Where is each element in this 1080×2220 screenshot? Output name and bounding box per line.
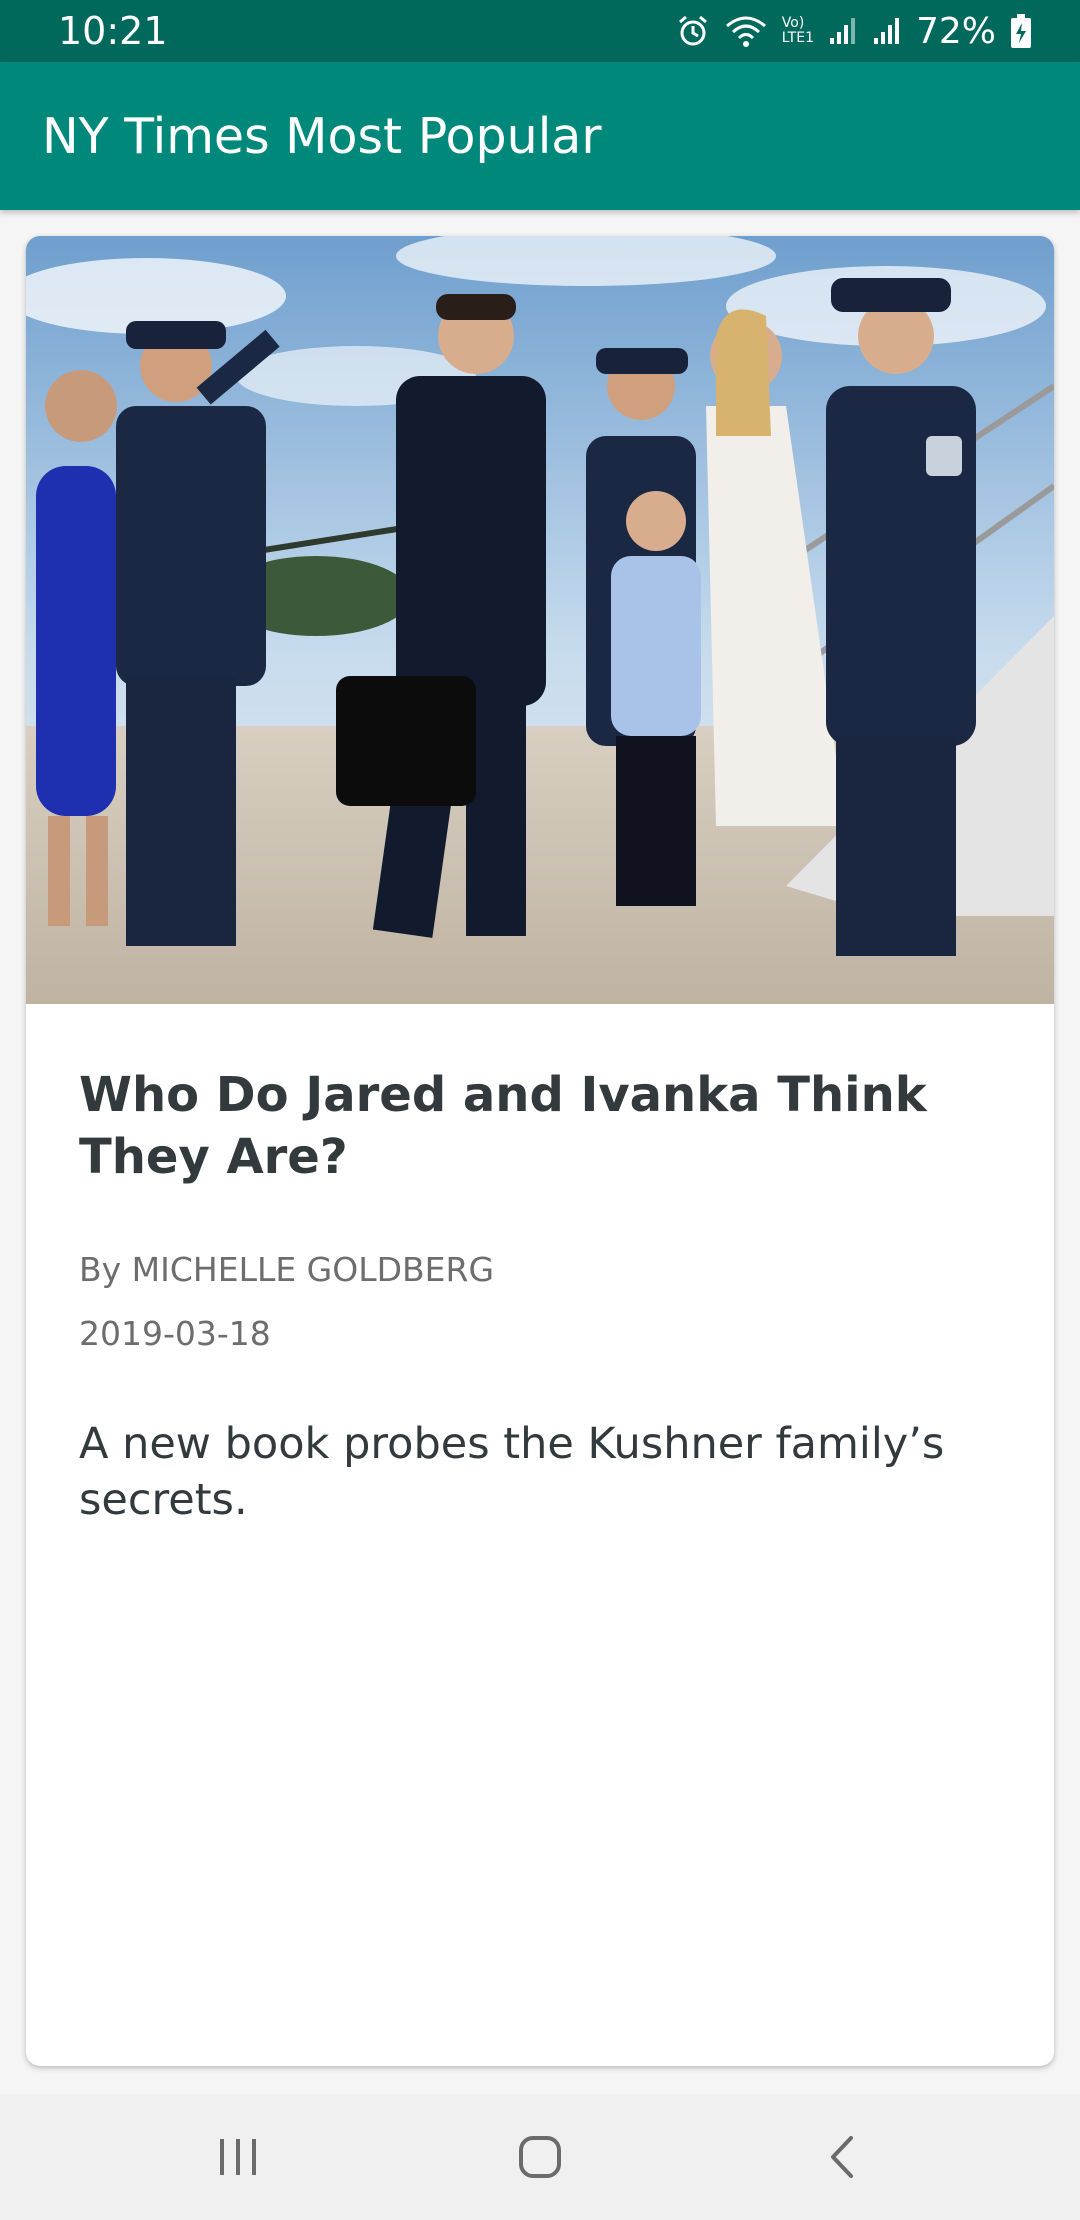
recent-apps-icon [220,2139,256,2175]
lte-label: LTE1 [781,30,814,46]
article-byline: By MICHELLE GOLDBERG [79,1250,495,1289]
volte-label: Vo) [781,15,805,31]
status-bar: 10:21 Vo) LTE1 72% [0,0,1080,62]
article-abstract: A new book probes the Kushner family’s s… [79,1419,945,1525]
signal-icon [828,16,858,46]
article-title: Who Do Jared and Ivanka Think They Are? [79,1067,927,1185]
article-date: 2019-03-18 [79,1314,271,1353]
wifi-icon [724,14,768,48]
battery-percent: 72% [915,10,996,52]
home-button[interactable] [460,2094,620,2220]
home-icon [519,2136,561,2178]
signal-icon [872,16,902,46]
back-icon [831,2136,853,2178]
status-icons: Vo) LTE1 72% [676,11,1032,52]
navigation-bar [0,2094,1080,2220]
screen: 10:21 Vo) LTE1 72% NY Times Most Popular… [0,0,1080,2220]
app-bar: NY Times Most Popular [0,62,1080,210]
volte-icon: Vo) LTE1 [782,16,814,46]
back-button[interactable] [762,2094,922,2220]
article-photo [26,236,1054,1004]
battery-charging-icon [1010,13,1032,49]
alarm-icon [676,14,710,48]
recent-apps-button[interactable] [158,2094,318,2220]
app-title: NY Times Most Popular [42,107,602,165]
article-card[interactable]: Who Do Jared and Ivanka Think They Are? … [26,236,1054,2066]
status-time: 10:21 [58,9,168,53]
